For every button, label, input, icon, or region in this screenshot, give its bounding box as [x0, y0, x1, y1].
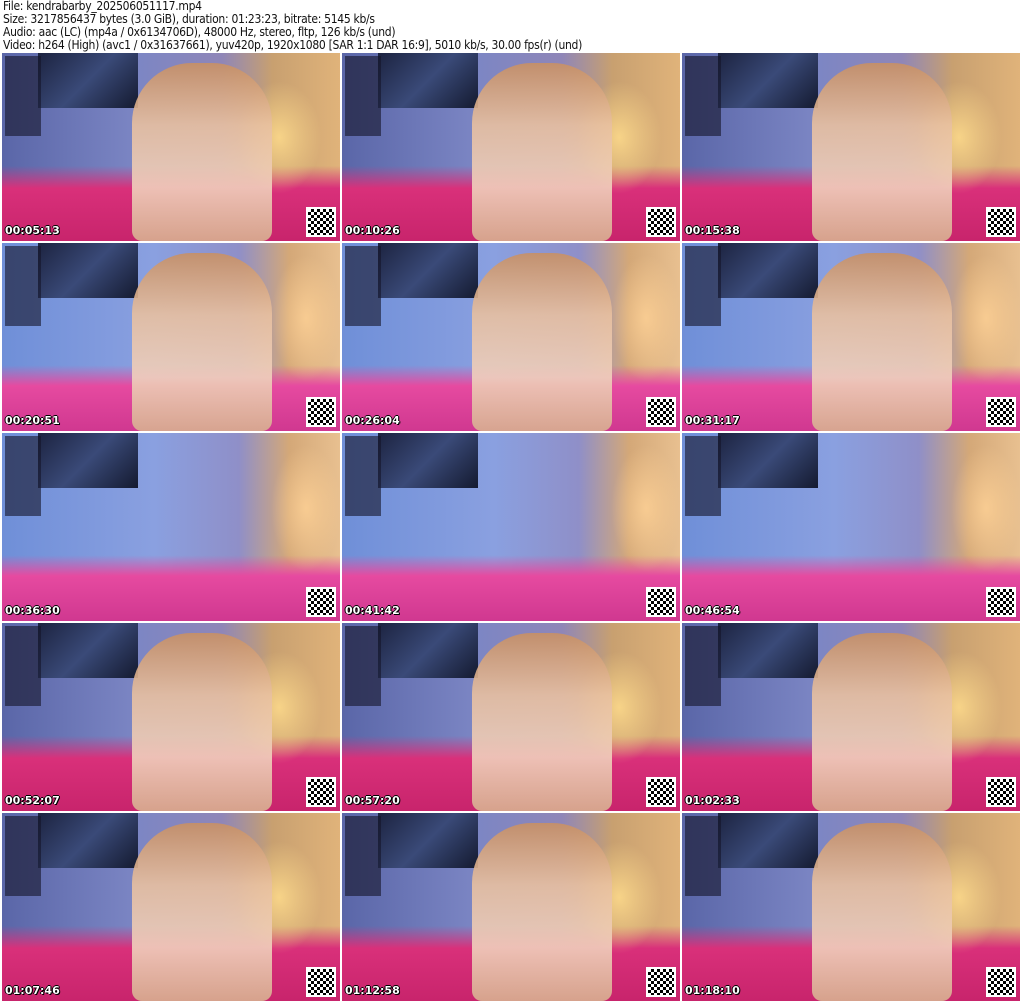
- wall-art: [378, 53, 478, 108]
- qr-code-icon: [306, 207, 336, 237]
- video-thumbnail: 00:05:13: [2, 53, 340, 241]
- video-thumbnail: 00:10:26: [342, 53, 680, 241]
- video-thumbnail: 01:02:33: [682, 623, 1020, 811]
- file-info-header: File: kendrabarby_202506051117.mp4 Size:…: [3, 0, 582, 52]
- overlay-panel: [345, 626, 381, 706]
- video-thumbnail: 00:41:42: [342, 433, 680, 621]
- overlay-panel: [345, 816, 381, 896]
- qr-code-icon: [306, 397, 336, 427]
- qr-code-icon: [986, 207, 1016, 237]
- person-figure: [812, 823, 952, 1001]
- wall-art: [38, 813, 138, 868]
- overlay-panel: [345, 56, 381, 136]
- overlay-panel: [345, 246, 381, 326]
- overlay-panel: [5, 56, 41, 136]
- person-figure: [132, 633, 272, 811]
- person-figure: [812, 253, 952, 431]
- video-thumbnail: 01:07:46: [2, 813, 340, 1001]
- qr-code-icon: [646, 397, 676, 427]
- overlay-panel: [5, 626, 41, 706]
- wall-art: [718, 813, 818, 868]
- qr-code-icon: [646, 967, 676, 997]
- wall-art: [378, 623, 478, 678]
- wall-art: [378, 433, 478, 488]
- overlay-panel: [5, 436, 41, 516]
- person-figure: [812, 63, 952, 241]
- overlay-panel: [5, 246, 41, 326]
- video-thumbnail: 00:26:04: [342, 243, 680, 431]
- thumbnail-timestamp: 00:31:17: [685, 414, 740, 427]
- person-figure: [812, 633, 952, 811]
- wall-art: [718, 433, 818, 488]
- person-figure: [472, 823, 612, 1001]
- thumbnail-timestamp: 00:41:42: [345, 604, 400, 617]
- video-thumbnail: 00:31:17: [682, 243, 1020, 431]
- thumbnail-timestamp: 01:02:33: [685, 794, 740, 807]
- wall-art: [38, 623, 138, 678]
- thumbnail-timestamp: 00:26:04: [345, 414, 400, 427]
- qr-code-icon: [306, 777, 336, 807]
- wall-art: [378, 243, 478, 298]
- thumbnail-timestamp: 00:10:26: [345, 224, 400, 237]
- person-figure: [472, 63, 612, 241]
- wall-art: [38, 53, 138, 108]
- overlay-panel: [685, 626, 721, 706]
- wall-art: [38, 433, 138, 488]
- person-figure: [472, 253, 612, 431]
- thumbnail-timestamp: 01:18:10: [685, 984, 740, 997]
- video-thumbnail: 01:12:58: [342, 813, 680, 1001]
- qr-code-icon: [646, 587, 676, 617]
- video-thumbnail: 00:46:54: [682, 433, 1020, 621]
- video-thumbnail: 00:15:38: [682, 53, 1020, 241]
- overlay-panel: [685, 816, 721, 896]
- overlay-panel: [345, 436, 381, 516]
- qr-code-icon: [306, 587, 336, 617]
- qr-code-icon: [306, 967, 336, 997]
- overlay-panel: [685, 436, 721, 516]
- thumbnail-timestamp: 01:12:58: [345, 984, 400, 997]
- person-figure: [132, 823, 272, 1001]
- thumbnail-timestamp: 00:57:20: [345, 794, 400, 807]
- thumbnail-timestamp: 00:20:51: [5, 414, 60, 427]
- wall-art: [718, 53, 818, 108]
- video-thumbnail: 00:52:07: [2, 623, 340, 811]
- thumbnail-grid: 00:05:13 00:10:26 00:15:38 00:20:51 00:26:04…: [2, 53, 1020, 1001]
- qr-code-icon: [986, 967, 1016, 997]
- thumbnail-timestamp: 00:05:13: [5, 224, 60, 237]
- video-thumbnail: 00:20:51: [2, 243, 340, 431]
- overlay-panel: [5, 816, 41, 896]
- qr-code-icon: [986, 397, 1016, 427]
- thumbnail-timestamp: 01:07:46: [5, 984, 60, 997]
- wall-art: [718, 623, 818, 678]
- thumbnail-timestamp: 00:36:30: [5, 604, 60, 617]
- wall-art: [378, 813, 478, 868]
- qr-code-icon: [646, 777, 676, 807]
- qr-code-icon: [986, 587, 1016, 617]
- person-figure: [472, 633, 612, 811]
- qr-code-icon: [986, 777, 1016, 807]
- video-thumbnail: 00:57:20: [342, 623, 680, 811]
- thumbnail-timestamp: 00:46:54: [685, 604, 740, 617]
- person-figure: [132, 253, 272, 431]
- person-figure: [132, 63, 272, 241]
- wall-art: [38, 243, 138, 298]
- qr-code-icon: [646, 207, 676, 237]
- video-info: Video: h264 (High) (avc1 / 0x31637661), …: [3, 38, 582, 52]
- video-thumbnail: 00:36:30: [2, 433, 340, 621]
- overlay-panel: [685, 246, 721, 326]
- overlay-panel: [685, 56, 721, 136]
- wall-art: [718, 243, 818, 298]
- thumbnail-timestamp: 00:15:38: [685, 224, 740, 237]
- thumbnail-timestamp: 00:52:07: [5, 794, 60, 807]
- video-thumbnail: 01:18:10: [682, 813, 1020, 1001]
